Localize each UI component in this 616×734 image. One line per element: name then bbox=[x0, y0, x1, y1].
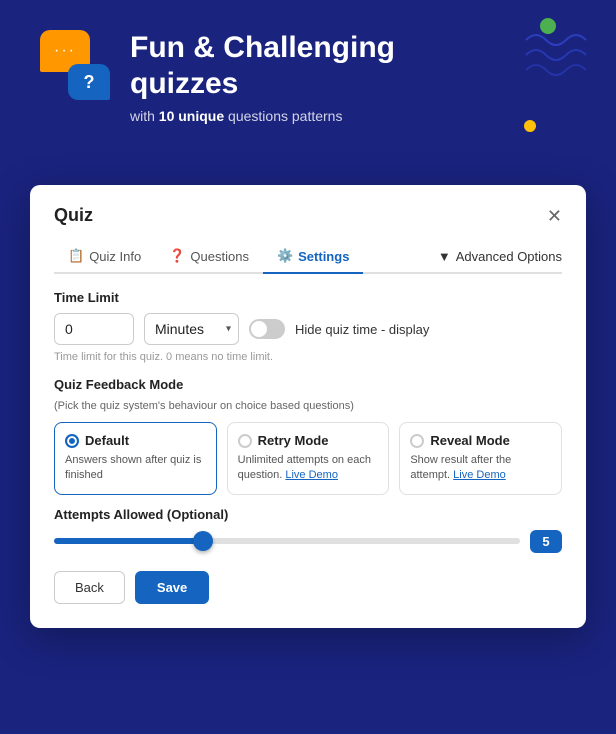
feedback-option-reveal[interactable]: Reveal Mode Show result after the attemp… bbox=[399, 422, 562, 495]
attempts-slider-row: 5 bbox=[54, 530, 562, 553]
header-text: Fun & Challenging quizzes with 10 unique… bbox=[130, 30, 395, 124]
time-unit-select[interactable]: Minutes Hours Seconds bbox=[144, 313, 239, 345]
attempts-slider-container bbox=[54, 531, 520, 551]
chat-bubble-blue-icon: ? bbox=[68, 64, 110, 100]
questions-icon: ❓ bbox=[169, 248, 185, 264]
feedback-mode-section: Quiz Feedback Mode (Pick the quiz system… bbox=[54, 377, 562, 495]
feedback-options: Default Answers shown after quiz is fini… bbox=[54, 422, 562, 495]
tab-bar: 📋 Quiz Info ❓ Questions ⚙️ Settings ▼ Ad… bbox=[54, 240, 562, 274]
feedback-option-retry[interactable]: Retry Mode Unlimited attempts on each qu… bbox=[227, 422, 390, 495]
close-button[interactable]: ✕ bbox=[547, 207, 562, 225]
retry-option-title: Retry Mode bbox=[258, 433, 329, 448]
header-subtitle: with 10 unique questions patterns bbox=[130, 108, 395, 124]
time-limit-hint: Time limit for this quiz. 0 means no tim… bbox=[54, 351, 562, 363]
reveal-live-demo-link[interactable]: Live Demo bbox=[453, 469, 506, 481]
advanced-options-label: Advanced Options bbox=[456, 249, 562, 264]
reveal-radio bbox=[410, 434, 424, 448]
reveal-option-desc: Show result after the attempt. Live Demo bbox=[410, 453, 551, 484]
retry-radio bbox=[238, 434, 252, 448]
attempts-label: Attempts Allowed (Optional) bbox=[54, 507, 562, 522]
retry-option-desc: Unlimited attempts on each question. Liv… bbox=[238, 453, 379, 484]
hide-time-toggle[interactable] bbox=[249, 319, 285, 339]
advanced-options-tab[interactable]: ▼ Advanced Options bbox=[438, 249, 562, 264]
default-option-title: Default bbox=[85, 433, 129, 448]
back-button[interactable]: Back bbox=[54, 571, 125, 604]
wave-decoration bbox=[516, 20, 596, 100]
tab-quiz-info-label: Quiz Info bbox=[89, 249, 141, 264]
feedback-option-default[interactable]: Default Answers shown after quiz is fini… bbox=[54, 422, 217, 495]
bottom-button-row: Back Save bbox=[54, 571, 562, 604]
tab-questions-label: Questions bbox=[190, 249, 249, 264]
chat-icons: ? bbox=[40, 30, 110, 100]
modal-header: Quiz ✕ bbox=[54, 205, 562, 226]
toggle-knob bbox=[251, 321, 267, 337]
reveal-radio-row: Reveal Mode bbox=[410, 433, 551, 448]
default-option-desc: Answers shown after quiz is finished bbox=[65, 453, 206, 484]
hide-time-label: Hide quiz time - display bbox=[295, 322, 429, 337]
hide-time-toggle-row: Hide quiz time - display bbox=[249, 319, 429, 339]
save-button[interactable]: Save bbox=[135, 571, 209, 604]
feedback-mode-hint: (Pick the quiz system's behaviour on cho… bbox=[54, 400, 562, 412]
tab-settings-label: Settings bbox=[298, 249, 349, 264]
header-title: Fun & Challenging quizzes bbox=[130, 30, 395, 102]
quiz-modal: Quiz ✕ 📋 Quiz Info ❓ Questions ⚙️ Settin… bbox=[30, 185, 586, 628]
tab-settings[interactable]: ⚙️ Settings bbox=[263, 240, 363, 274]
slider-thumb[interactable] bbox=[193, 531, 213, 551]
time-limit-label: Time Limit bbox=[54, 290, 562, 305]
filter-icon: ▼ bbox=[438, 249, 451, 264]
feedback-mode-label: Quiz Feedback Mode bbox=[54, 377, 562, 392]
modal-title: Quiz bbox=[54, 205, 93, 226]
retry-radio-row: Retry Mode bbox=[238, 433, 379, 448]
attempts-section: Attempts Allowed (Optional) 5 bbox=[54, 507, 562, 553]
time-limit-row: Minutes Hours Seconds ▾ Hide quiz time -… bbox=[54, 313, 562, 345]
tab-quiz-info[interactable]: 📋 Quiz Info bbox=[54, 240, 155, 274]
tab-questions[interactable]: ❓ Questions bbox=[155, 240, 263, 274]
slider-track bbox=[54, 538, 520, 544]
settings-icon: ⚙️ bbox=[277, 248, 293, 264]
time-unit-select-wrapper: Minutes Hours Seconds ▾ bbox=[144, 313, 239, 345]
decoration-dot-yellow bbox=[524, 120, 536, 132]
quiz-info-icon: 📋 bbox=[68, 248, 84, 264]
default-radio-row: Default bbox=[65, 433, 206, 448]
default-radio bbox=[65, 434, 79, 448]
slider-fill bbox=[54, 538, 203, 544]
attempts-value: 5 bbox=[530, 530, 562, 553]
time-limit-input[interactable] bbox=[54, 313, 134, 345]
reveal-option-title: Reveal Mode bbox=[430, 433, 509, 448]
retry-live-demo-link[interactable]: Live Demo bbox=[285, 469, 338, 481]
